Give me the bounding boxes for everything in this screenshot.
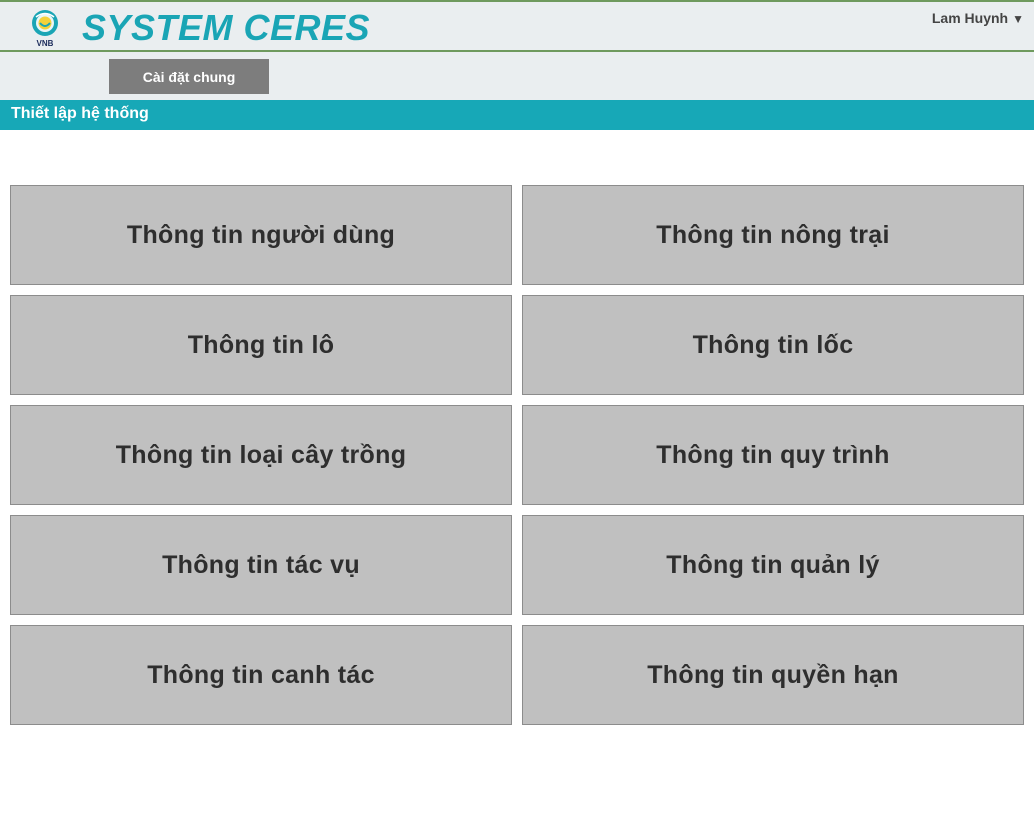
tile-user-info[interactable]: Thông tin người dùng [10, 185, 512, 285]
settings-tile-grid: Thông tin người dùng Thông tin nông trại… [10, 185, 1024, 725]
logo-icon [32, 10, 58, 36]
logo-text: VNB [36, 39, 54, 48]
caret-down-icon: ▼ [1012, 12, 1024, 26]
navbar: Cài đặt chung [0, 52, 1034, 100]
app-title: SYSTEM CERES [82, 7, 371, 48]
user-name: Lam Huynh [931, 10, 1009, 26]
tile-management-info[interactable]: Thông tin quản lý [522, 515, 1024, 615]
tile-task-info[interactable]: Thông tin tác vụ [10, 515, 512, 615]
tile-plot-info[interactable]: Thông tin lô [10, 295, 512, 395]
tile-farm-info[interactable]: Thông tin nông trại [522, 185, 1024, 285]
user-menu[interactable]: Lam Huynh ▼ [932, 10, 1024, 26]
tile-crop-type-info[interactable]: Thông tin loại cây trồng [10, 405, 512, 505]
tile-permission-info[interactable]: Thông tin quyền hạn [522, 625, 1024, 725]
tile-process-info[interactable]: Thông tin quy trình [522, 405, 1024, 505]
general-settings-button[interactable]: Cài đặt chung [109, 59, 269, 94]
tile-block-info[interactable]: Thông tin lốc [522, 295, 1024, 395]
tile-cultivation-info[interactable]: Thông tin canh tác [10, 625, 512, 725]
app-header: VNB SYSTEM CERES Lam Huynh ▼ [0, 0, 1034, 52]
vnb-logo[interactable]: VNB [28, 8, 62, 50]
section-title-bar: Thiết lập hệ thống [0, 100, 1034, 130]
